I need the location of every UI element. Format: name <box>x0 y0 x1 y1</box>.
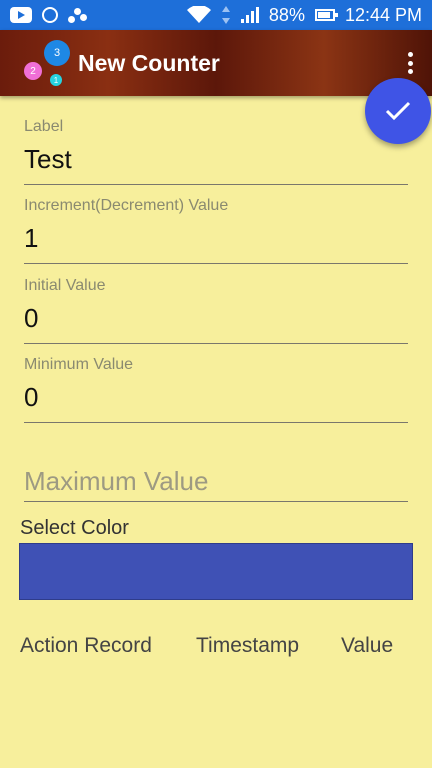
battery-icon <box>314 9 338 21</box>
minimum-value-field[interactable]: Minimum Value 0 <box>24 356 408 424</box>
initial-value-label: Initial Value <box>24 277 106 294</box>
sync-notification-icon <box>42 7 58 23</box>
increment-field[interactable]: Increment(Decrement) Value 1 <box>24 197 408 265</box>
overflow-menu-icon[interactable] <box>406 52 414 74</box>
minimum-value-label: Minimum Value <box>24 356 134 373</box>
initial-value-field[interactable]: Initial Value 0 <box>24 277 408 345</box>
color-swatch[interactable] <box>19 543 413 600</box>
app-bar: 3 2 1 New Counter <box>0 30 432 96</box>
logo-badge-2: 2 <box>24 62 42 80</box>
maximum-value-field[interactable]: Maximum Value <box>24 466 408 504</box>
page-title: New Counter <box>78 50 220 76</box>
maximum-value-placeholder[interactable]: Maximum Value <box>24 466 408 497</box>
increment-field-label: Increment(Decrement) Value <box>24 197 229 214</box>
data-transfer-icon <box>221 6 231 24</box>
initial-value-input[interactable]: 0 <box>24 303 408 333</box>
wifi-icon <box>186 6 211 24</box>
battery-percentage: 88% <box>268 4 305 25</box>
logo-badge-1: 1 <box>50 74 62 86</box>
clock: 12:44 PM <box>344 4 422 25</box>
minimum-value-input[interactable]: 0 <box>24 382 408 412</box>
app-notification-icon <box>68 6 88 24</box>
app-logo-icon: 3 2 1 <box>22 38 76 88</box>
select-color-label: Select Color <box>20 517 129 539</box>
signal-strength-icon <box>240 7 259 23</box>
status-bar: 88% 12:44 PM <box>0 0 432 30</box>
label-field[interactable]: Label Test <box>24 118 408 186</box>
column-header-value: Value <box>341 634 394 657</box>
label-field-value[interactable]: Test <box>24 144 408 174</box>
column-header-action-record: Action Record <box>20 634 152 657</box>
logo-badge-3: 3 <box>44 40 70 66</box>
label-field-label: Label <box>24 118 64 135</box>
increment-field-value[interactable]: 1 <box>24 223 408 253</box>
column-header-timestamp: Timestamp <box>196 634 300 657</box>
youtube-notification-icon <box>10 7 32 23</box>
